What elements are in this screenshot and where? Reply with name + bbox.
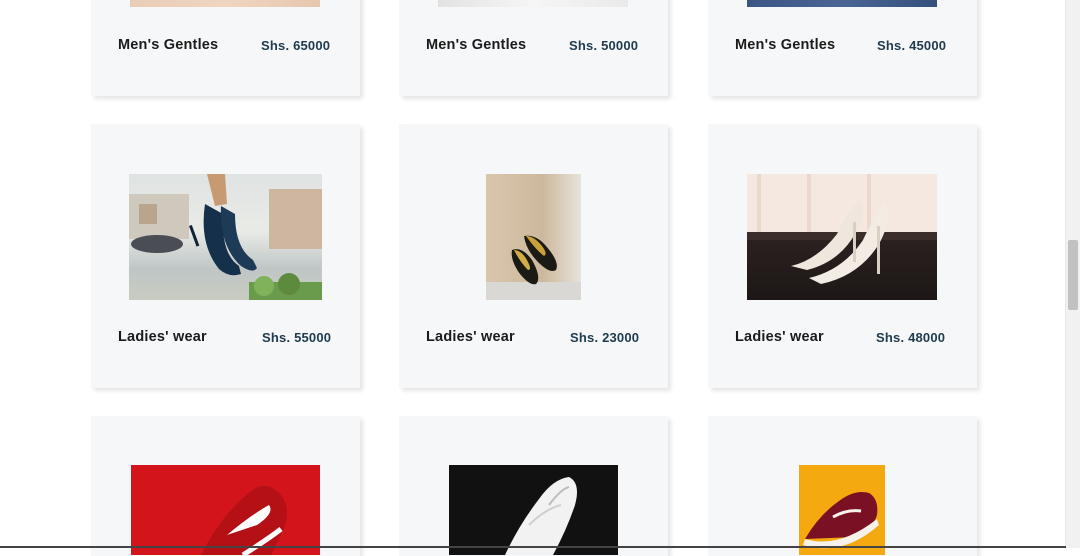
product-image[interactable]	[129, 174, 322, 300]
product-card[interactable]: Men's Gentles Shs. 50000	[399, 0, 668, 96]
product-name: Ladies' wear	[426, 329, 515, 345]
product-name: Men's Gentles	[118, 37, 219, 53]
product-image[interactable]	[799, 465, 885, 555]
product-card[interactable]: Ladies' wear Shs. 55000	[91, 124, 360, 388]
product-price: Shs. 50000	[569, 38, 639, 53]
product-price: Shs. 23000	[570, 330, 640, 345]
product-card[interactable]	[91, 416, 360, 556]
product-name: Men's Gentles	[735, 37, 836, 53]
maroon-sneaker-image	[803, 492, 879, 549]
white-heels-image	[747, 174, 937, 284]
product-image[interactable]	[486, 174, 581, 300]
product-price: Shs. 55000	[262, 330, 332, 345]
product-price: Shs. 48000	[876, 330, 946, 345]
product-image[interactable]	[747, 0, 937, 7]
white-sneaker-image	[505, 477, 577, 555]
product-name: Men's Gentles	[426, 37, 527, 53]
product-grid: Men's Gentles Shs. 65000 Men's Gentles S…	[0, 0, 1066, 556]
red-shoe-image	[201, 485, 287, 555]
page-scrollbar[interactable]	[1065, 0, 1080, 548]
product-price: Shs. 65000	[261, 38, 331, 53]
navy-heels-image	[129, 174, 322, 300]
product-price: Shs. 45000	[877, 38, 947, 53]
product-image[interactable]	[438, 0, 628, 7]
product-card[interactable]: Men's Gentles Shs. 45000	[708, 0, 977, 96]
product-name: Ladies' wear	[118, 329, 207, 345]
product-card[interactable]	[399, 416, 668, 556]
scrollbar-thumb[interactable]	[1068, 240, 1078, 310]
product-card[interactable]: Ladies' wear Shs. 23000	[399, 124, 668, 388]
product-name: Ladies' wear	[735, 329, 824, 345]
product-image[interactable]	[449, 465, 618, 555]
gold-flats-image	[486, 235, 581, 300]
product-card[interactable]	[708, 416, 977, 556]
product-image[interactable]	[131, 465, 320, 555]
product-card[interactable]: Ladies' wear Shs. 48000	[708, 124, 977, 388]
product-image[interactable]	[130, 0, 320, 7]
product-image[interactable]	[747, 174, 937, 300]
product-card[interactable]: Men's Gentles Shs. 65000	[91, 0, 360, 96]
